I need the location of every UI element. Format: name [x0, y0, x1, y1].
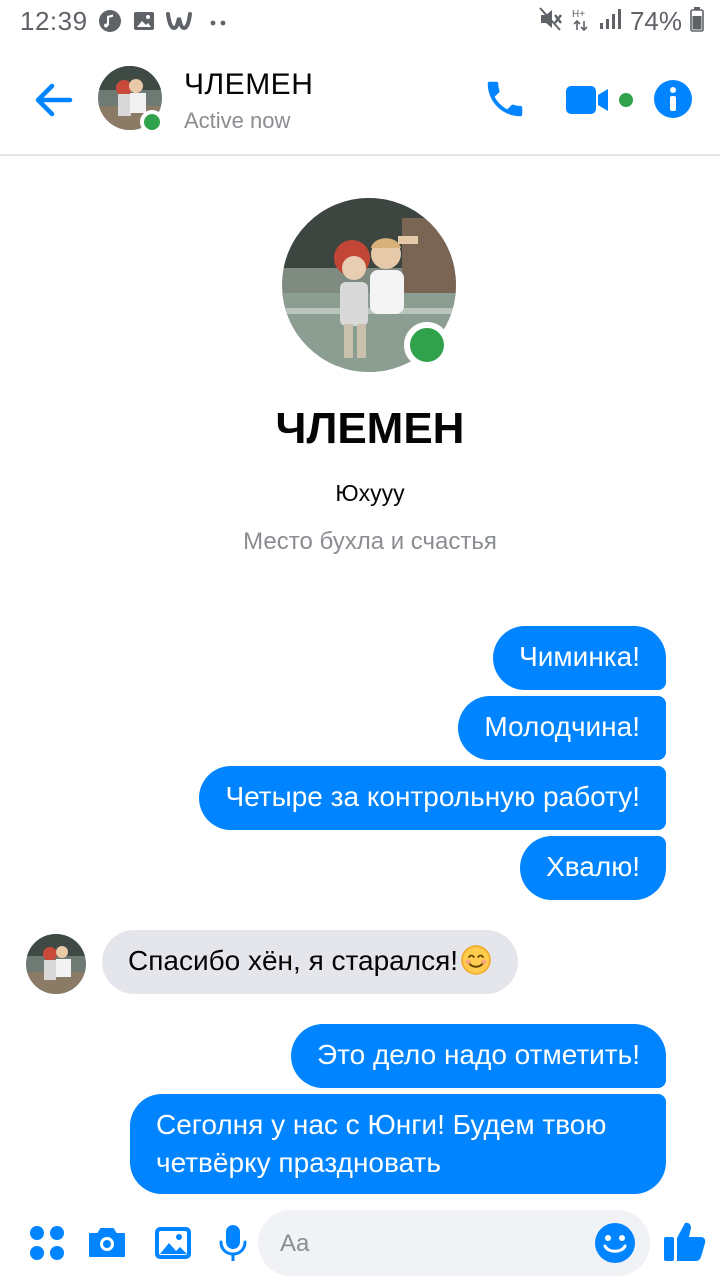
battery-percent: 74%	[629, 6, 682, 36]
apps-button[interactable]	[26, 1222, 68, 1264]
phone-icon	[487, 81, 523, 117]
music-notification-icon	[98, 9, 122, 38]
sender-avatar-photo	[26, 934, 86, 994]
outgoing-message[interactable]: Молодчина!	[458, 696, 666, 760]
smiling-face-emoji-icon	[460, 944, 492, 986]
emoji-button[interactable]	[594, 1222, 636, 1264]
online-indicator	[140, 110, 164, 134]
outgoing-message[interactable]: Хвалю!	[520, 836, 666, 900]
more-notifications-icon	[206, 9, 230, 38]
gallery-button[interactable]	[152, 1222, 194, 1264]
sender-avatar[interactable]	[26, 934, 86, 994]
outgoing-message[interactable]: Сеголня у нас с Юнги! Будем твою четвёрк…	[130, 1094, 666, 1194]
apps-icon	[30, 1226, 64, 1260]
back-button[interactable]	[30, 78, 78, 122]
camera-icon	[89, 1228, 125, 1257]
incoming-message[interactable]: Спасибо хён, я старался!	[102, 930, 519, 994]
incoming-message-text: Спасибо хён, я старался!	[128, 945, 459, 976]
system-icons: H+ 74%	[538, 6, 704, 37]
thumbs-up-icon	[664, 1222, 706, 1261]
outgoing-message[interactable]: Это дело надо отметить!	[290, 1024, 666, 1088]
contact-status: Active now	[184, 108, 291, 133]
mute-icon	[538, 6, 564, 37]
info-icon	[654, 80, 692, 118]
gallery-notification-icon	[132, 9, 156, 38]
network-hplus-icon: H+	[572, 6, 590, 37]
video-camera-icon	[566, 86, 633, 114]
voice-call-button[interactable]	[482, 76, 528, 122]
message-input[interactable]: Aa	[258, 1210, 650, 1276]
wattpad-notification-icon	[166, 9, 196, 38]
like-button[interactable]	[662, 1218, 708, 1264]
profile-description: Место бухла и счастья	[243, 528, 497, 555]
chat-header: ЧЛЕМЕН Active now	[0, 44, 720, 156]
info-button[interactable]	[652, 78, 694, 120]
profile-name: ЧЛЕМЕН	[275, 404, 465, 453]
status-bar: 12:39 H+ 74%	[0, 0, 720, 44]
signal-icon	[598, 7, 622, 36]
outgoing-message[interactable]: Чиминка!	[493, 626, 666, 690]
camera-button[interactable]	[86, 1222, 128, 1264]
gallery-icon	[155, 1227, 191, 1259]
back-arrow-icon	[35, 83, 73, 117]
video-call-button[interactable]	[566, 82, 636, 118]
status-time: 12:39	[20, 6, 88, 36]
message-composer: Aa	[0, 1206, 720, 1280]
microphone-button[interactable]	[212, 1222, 254, 1264]
svg-text:H+: H+	[572, 9, 585, 20]
profile-online-indicator	[404, 322, 450, 368]
profile-subtitle: Юхууу	[335, 480, 405, 506]
battery-icon	[690, 6, 704, 37]
outgoing-message[interactable]: Четыре за контрольную работу!	[199, 766, 666, 830]
notification-icons	[98, 9, 230, 38]
message-input-placeholder: Aa	[280, 1230, 310, 1257]
microphone-icon	[219, 1225, 247, 1261]
contact-name[interactable]: ЧЛЕМЕН	[184, 68, 313, 102]
emoji-icon	[595, 1223, 635, 1263]
